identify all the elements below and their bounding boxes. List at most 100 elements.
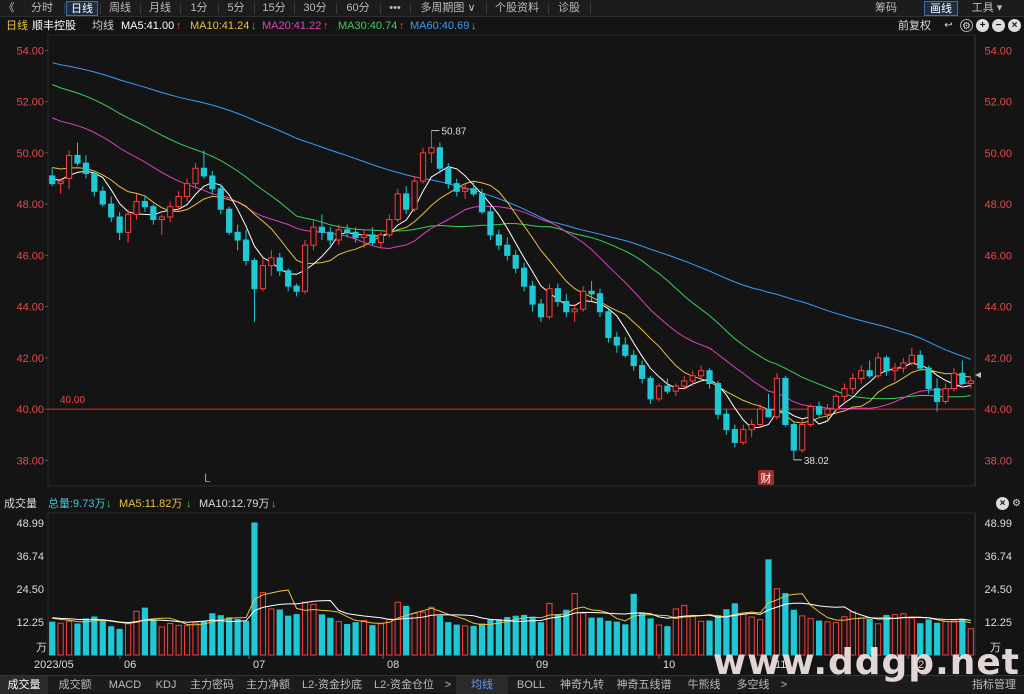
volume-bar	[217, 615, 224, 656]
candle-body	[807, 406, 814, 425]
candle-body	[596, 293, 604, 313]
price-tick-right: 38.00	[984, 455, 1012, 467]
volume-bar	[622, 624, 629, 656]
candle-body	[647, 377, 654, 400]
candle-body	[82, 162, 90, 174]
candle-body	[925, 367, 932, 390]
candle-body	[529, 285, 536, 305]
candle-body	[554, 288, 561, 302]
candle-body	[234, 231, 241, 241]
volume-bar	[251, 522, 258, 656]
ma-line-ma10	[52, 167, 971, 424]
indicator-tab-6[interactable]: L2-资金抄底	[296, 676, 368, 694]
candle-body	[192, 167, 199, 185]
candle-body	[301, 244, 309, 292]
candle-body	[377, 234, 384, 244]
volume-tick-right: 36.74	[984, 551, 1012, 563]
candle-body	[91, 172, 98, 192]
volume-bar	[310, 603, 317, 656]
indicator-tab-3[interactable]: KDJ	[148, 676, 184, 694]
candle-body	[504, 244, 511, 256]
ma-line-ma60	[52, 62, 971, 360]
volume-bar	[285, 615, 292, 656]
volume-tick-right: 24.50	[984, 584, 1012, 596]
indicator-tab-10[interactable]: BOLL	[508, 676, 554, 694]
indicator-tab-7[interactable]: L2-资金仓位	[368, 676, 440, 694]
indicator-tab-8[interactable]: >	[440, 676, 456, 694]
candle-body	[858, 370, 865, 379]
volume-bar	[689, 615, 696, 656]
candle-body	[487, 211, 494, 236]
finance-marker: 财	[761, 471, 772, 485]
candle-body	[605, 311, 612, 338]
volume-bar	[478, 623, 486, 656]
volume-bar	[175, 624, 182, 656]
volume-bar	[681, 604, 688, 656]
volume-bar	[167, 622, 174, 656]
candle-body	[251, 260, 258, 290]
indicator-tab-5[interactable]: 主力净额	[240, 676, 296, 694]
candle-body	[689, 375, 696, 382]
candle-body	[546, 288, 553, 318]
volume-bar	[639, 612, 646, 656]
volume-bar	[293, 614, 300, 656]
indicator-tab-12[interactable]: 神奇五线谱	[610, 676, 678, 694]
candle-body	[799, 424, 806, 451]
candle-body	[908, 354, 915, 364]
candle-body	[639, 365, 646, 379]
settings-volume-icon[interactable]: ⚙	[1010, 497, 1023, 510]
volume-ma10-arrow: ↓	[271, 498, 277, 510]
price-tick-left: 40.00	[16, 404, 44, 416]
candlesticks	[49, 130, 974, 460]
candle-body	[832, 395, 840, 410]
candle-body	[950, 372, 958, 390]
volume-bar	[588, 617, 595, 656]
indicator-tab-9[interactable]: 均线	[456, 676, 508, 694]
candle-body	[141, 201, 149, 208]
candle-body	[815, 406, 823, 415]
candle-body	[462, 188, 469, 192]
price-tick-left: 42.00	[16, 353, 44, 365]
volume-bar	[276, 609, 283, 656]
volume-bar	[647, 618, 654, 656]
volume-bar	[487, 619, 494, 656]
volume-total-arrow: ↓	[106, 498, 112, 510]
candle-body	[310, 226, 317, 246]
volume-ma10: MA10:12.79万	[199, 498, 270, 510]
candle-body	[824, 408, 831, 415]
indicator-tab-0[interactable]: 成交量	[0, 676, 48, 694]
volume-bar	[65, 620, 73, 656]
price-annotations: 50.87 38.02 L 财	[204, 127, 981, 485]
volume-bar	[537, 622, 545, 656]
volume-bar	[57, 622, 64, 656]
watermark: www.ddgp.net	[712, 642, 1020, 683]
volume-bar	[462, 625, 469, 656]
indicator-tab-4[interactable]: 主力密码	[184, 676, 240, 694]
volume-legend: 成交量 总量:9.73万 ↓ MA5:11.82万 ↓ MA10:12.79万 …	[0, 495, 1024, 513]
volume-bar	[99, 619, 106, 656]
volume-bar	[411, 613, 418, 656]
indicator-tab-1[interactable]: 成交额	[48, 676, 102, 694]
indicator-tab-2[interactable]: MACD	[102, 676, 148, 694]
price-volume-chart[interactable]: 40.00 54.00 54.00 52.00 52.00 50.00 50.00 48.0…	[0, 0, 1024, 693]
candle-body	[942, 388, 949, 402]
volume-bar	[234, 618, 241, 656]
indicator-tab-11[interactable]: 神奇九转	[554, 676, 610, 694]
candle-body	[394, 193, 401, 220]
volume-bar	[436, 615, 443, 656]
volume-bar	[318, 614, 325, 656]
volume-bar	[369, 625, 376, 656]
volume-bar	[352, 622, 359, 656]
price-tick-right: 44.00	[984, 302, 1012, 314]
volume-bar	[200, 621, 208, 656]
candle-body	[891, 367, 899, 372]
candle-body	[521, 267, 528, 287]
close-volume-icon[interactable]: ×	[996, 497, 1009, 510]
volume-bar	[377, 623, 384, 656]
candle-body	[453, 183, 460, 192]
volume-bar	[183, 625, 191, 656]
candle-body	[116, 216, 123, 233]
candle-body	[268, 257, 275, 267]
volume-unit-left: 万	[36, 642, 47, 654]
candle-body	[293, 285, 300, 292]
